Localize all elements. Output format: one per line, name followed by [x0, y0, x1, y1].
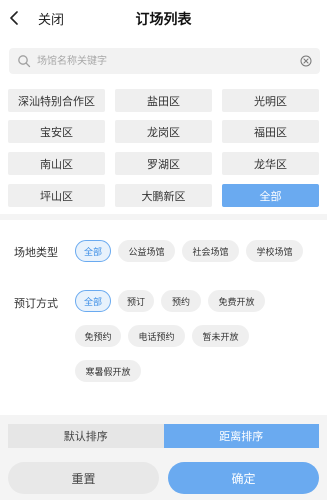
venue-type-chip[interactable]: 社会场馆 — [182, 240, 239, 262]
booking-method-chip[interactable]: 免预约 — [75, 325, 121, 347]
district-option[interactable]: 盐田区 — [115, 89, 212, 112]
district-option[interactable]: 深汕特别合作区 — [8, 89, 105, 112]
district-option[interactable]: 罗湖区 — [115, 152, 212, 175]
page-title: 订场列表 — [135, 12, 192, 28]
district-option[interactable]: 全部 — [222, 184, 319, 207]
district-grid: 深汕特别合作区 盐田区 光明区 宝安区 龙岗区 福田区 南山区 罗湖区 龙华区 … — [0, 86, 327, 214]
district-option[interactable]: 南山区 — [8, 152, 105, 175]
district-option[interactable]: 宝安区 — [8, 120, 105, 143]
venue-filter-page: 关闭 订场列表 深汕特别合作区 盐田区 光明区 宝安区 龙岗区 福田区 南山区 … — [0, 0, 327, 500]
venue-type-chip[interactable]: 全部 — [75, 240, 111, 262]
header: 关闭 订场列表 — [0, 0, 327, 36]
search-box — [9, 48, 320, 74]
district-option[interactable]: 坪山区 — [8, 184, 105, 207]
sort-tabs: 默认排序 距离排序 — [8, 424, 319, 448]
venue-type-label: 场地类型 — [14, 246, 58, 259]
booking-method-chip[interactable]: 电话预约 — [128, 325, 185, 347]
search-icon — [18, 55, 31, 68]
clear-icon[interactable] — [300, 55, 312, 67]
district-option[interactable]: 福田区 — [222, 120, 319, 143]
venue-type-chip[interactable]: 学校场馆 — [246, 240, 303, 262]
district-option[interactable]: 龙华区 — [222, 152, 319, 175]
search-section — [0, 36, 327, 86]
venue-type-chip[interactable]: 公益场馆 — [118, 240, 175, 262]
district-option[interactable]: 大鹏新区 — [115, 184, 212, 207]
confirm-button[interactable]: 确定 — [168, 462, 319, 494]
booking-method-label: 预订方式 — [14, 297, 58, 310]
sort-tab-distance[interactable]: 距离排序 — [163, 424, 319, 448]
district-option[interactable]: 光明区 — [222, 89, 319, 112]
search-input[interactable] — [37, 48, 300, 74]
booking-method-chip[interactable]: 预订 — [118, 290, 154, 312]
booking-method-chip[interactable]: 全部 — [75, 290, 111, 312]
district-option[interactable]: 龙岗区 — [115, 120, 212, 143]
reset-button[interactable]: 重置 — [8, 462, 159, 494]
sort-tab-default[interactable]: 默认排序 — [8, 424, 164, 448]
booking-method-chip[interactable]: 暂未开放 — [192, 325, 249, 347]
action-bar: 重置 确定 — [0, 456, 327, 500]
filter-section: 场地类型 全部 公益场馆 社会场馆 学校场馆 预订方式 全部 预订 预约 免费开… — [0, 220, 327, 415]
booking-method-chip[interactable]: 免费开放 — [208, 290, 265, 312]
booking-method-chip[interactable]: 寒暑假开放 — [75, 360, 141, 382]
booking-method-chip[interactable]: 预约 — [161, 290, 201, 312]
